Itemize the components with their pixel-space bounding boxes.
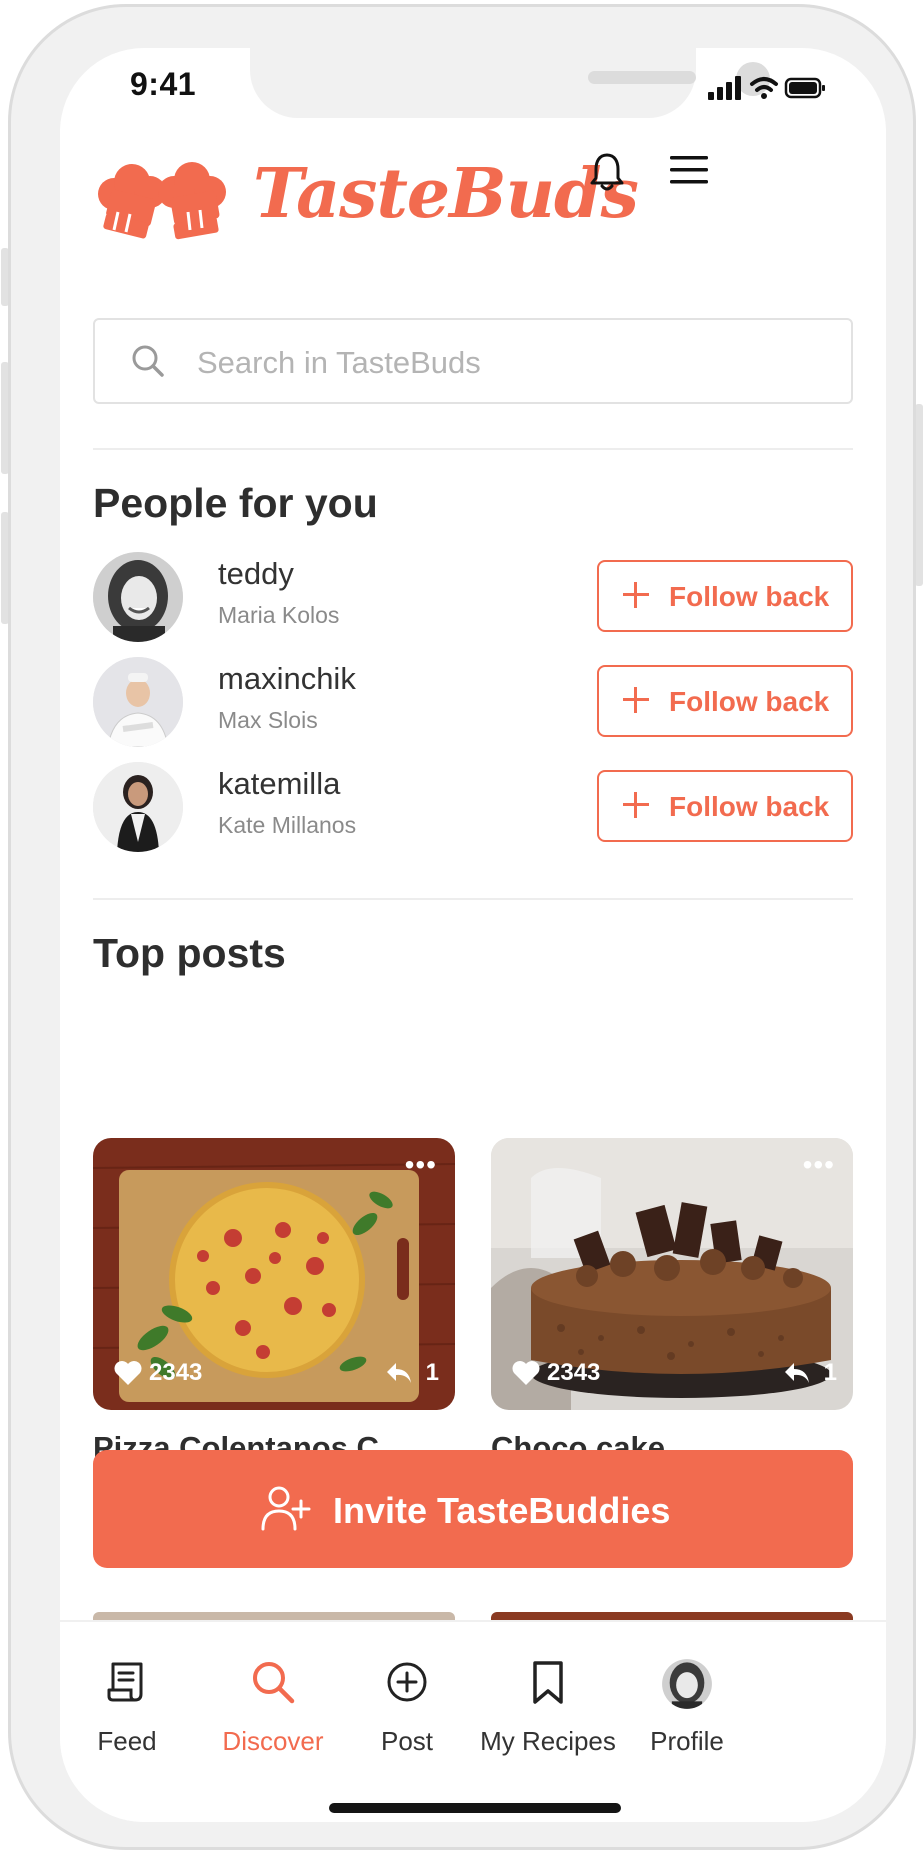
replies-count[interactable]: 1 bbox=[385, 1358, 439, 1388]
phone-frame: 9:41 TasteBuds Search in TasteBuds Peopl… bbox=[8, 4, 916, 1850]
full-name: Max Slois bbox=[218, 707, 318, 733]
avatar[interactable] bbox=[93, 657, 183, 747]
tab-post[interactable]: Post bbox=[327, 1658, 487, 1768]
invite-button[interactable]: Invite TasteBuddies bbox=[93, 1450, 853, 1568]
tab-profile[interactable]: Profile bbox=[607, 1658, 767, 1768]
tab-label: Profile bbox=[650, 1726, 724, 1756]
app-screen: 9:41 TasteBuds Search in TasteBuds Peopl… bbox=[60, 48, 886, 1822]
heart-icon bbox=[114, 1361, 142, 1385]
notch bbox=[250, 48, 770, 118]
bottom-tab-bar: Feed Discover Post My Recipes Profile bbox=[60, 1620, 886, 1822]
signal-icon bbox=[708, 76, 741, 100]
divider bbox=[93, 448, 853, 450]
avatar[interactable] bbox=[93, 762, 183, 852]
tab-label: Post bbox=[380, 1726, 434, 1756]
plus-circle-icon bbox=[387, 1662, 427, 1702]
username[interactable]: katemilla bbox=[218, 766, 340, 802]
people-section-title: People for you bbox=[93, 480, 378, 526]
plus-icon bbox=[621, 790, 651, 820]
person-row: teddy Maria Kolos Follow back bbox=[93, 552, 853, 644]
brand-name: TasteBuds bbox=[253, 154, 639, 234]
likes-value: 2343 bbox=[149, 1359, 203, 1386]
hamburger-menu-icon[interactable] bbox=[670, 154, 708, 186]
tab-label: Feed bbox=[97, 1726, 157, 1756]
username[interactable]: maxinchik bbox=[218, 661, 356, 697]
invite-label: Invite TasteBuddies bbox=[333, 1490, 671, 1531]
full-name: Maria Kolos bbox=[218, 602, 340, 628]
heart-icon bbox=[512, 1361, 540, 1385]
tab-my-recipes[interactable]: My Recipes bbox=[468, 1658, 628, 1768]
follow-back-button[interactable]: Follow back bbox=[597, 770, 853, 842]
follow-back-label: Follow back bbox=[669, 791, 830, 822]
power-button bbox=[915, 404, 923, 586]
bookmark-icon bbox=[533, 1661, 563, 1704]
status-icons bbox=[708, 76, 825, 100]
add-user-icon bbox=[261, 1486, 311, 1531]
chef-hats-logo bbox=[98, 162, 226, 240]
avatar bbox=[662, 1659, 712, 1709]
avatar-photo-teddy bbox=[93, 552, 183, 642]
post-card[interactable]: ••• 2343 1 bbox=[93, 1138, 455, 1410]
replies-count[interactable]: 1 bbox=[783, 1358, 837, 1388]
search-icon bbox=[132, 345, 164, 377]
post-card-peek bbox=[491, 1612, 853, 1620]
person-row: maxinchik Max Slois Follow back bbox=[93, 657, 853, 749]
replies-value: 1 bbox=[823, 1359, 837, 1386]
search-icon bbox=[253, 1662, 295, 1704]
more-options-icon[interactable]: ••• bbox=[405, 1151, 437, 1179]
reply-icon bbox=[785, 1363, 809, 1383]
top-posts-section-title: Top posts bbox=[93, 930, 286, 976]
avatar-photo-maxinchik bbox=[93, 657, 183, 747]
status-time: 9:41 bbox=[130, 66, 197, 102]
plus-icon bbox=[621, 685, 651, 715]
follow-back-label: Follow back bbox=[669, 686, 830, 717]
follow-back-button[interactable]: Follow back bbox=[597, 665, 853, 737]
post-card-peek bbox=[93, 1612, 455, 1620]
replies-value: 1 bbox=[425, 1359, 439, 1386]
avatar[interactable] bbox=[93, 552, 183, 642]
search-input[interactable] bbox=[195, 334, 819, 392]
wifi-icon bbox=[750, 77, 778, 99]
more-options-icon[interactable]: ••• bbox=[803, 1151, 835, 1179]
post-card[interactable]: ••• 2343 1 bbox=[491, 1138, 853, 1410]
tab-feed[interactable]: Feed bbox=[60, 1658, 207, 1768]
person-row: katemilla Kate Millanos Follow back bbox=[93, 762, 853, 854]
username[interactable]: teddy bbox=[218, 556, 294, 592]
tab-label: My Recipes bbox=[480, 1726, 616, 1756]
speaker bbox=[588, 71, 696, 84]
search-bar[interactable] bbox=[93, 318, 853, 404]
home-indicator bbox=[329, 1803, 621, 1813]
divider bbox=[93, 898, 853, 900]
follow-back-label: Follow back bbox=[669, 581, 830, 612]
feed-icon bbox=[107, 1662, 143, 1702]
avatar-photo-katemilla bbox=[93, 762, 183, 852]
plus-icon bbox=[621, 580, 651, 610]
battery-icon bbox=[784, 77, 825, 99]
follow-back-button[interactable]: Follow back bbox=[597, 560, 853, 632]
bell-icon[interactable] bbox=[590, 152, 624, 192]
full-name: Kate Millanos bbox=[218, 812, 357, 838]
reply-icon bbox=[387, 1363, 411, 1383]
likes-value: 2343 bbox=[547, 1359, 601, 1386]
